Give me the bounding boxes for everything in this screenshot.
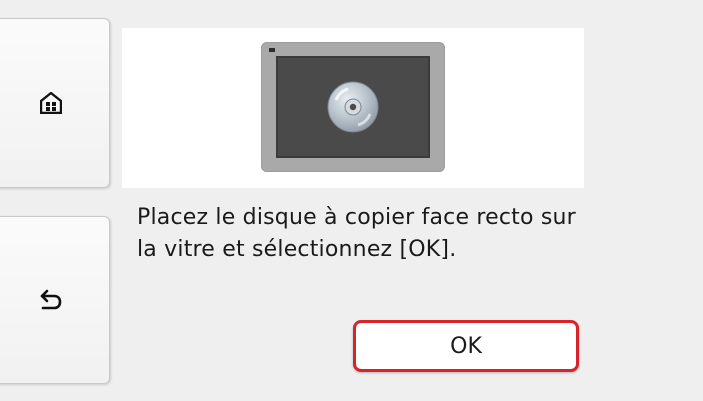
scanner-illustration <box>261 42 445 172</box>
scanner-glass <box>276 56 430 158</box>
home-button[interactable] <box>0 18 110 188</box>
home-icon <box>40 92 62 114</box>
back-arrow-icon <box>39 289 63 311</box>
copy-disc-screen: Placez le disque à copier face recto sur… <box>0 0 703 401</box>
alignment-mark <box>269 48 275 52</box>
back-button[interactable] <box>0 216 110 384</box>
ok-button[interactable]: OK <box>353 320 579 372</box>
instruction-message: Placez le disque à copier face recto sur… <box>137 205 576 262</box>
preview-panel <box>122 28 584 188</box>
disc-icon <box>327 81 379 133</box>
